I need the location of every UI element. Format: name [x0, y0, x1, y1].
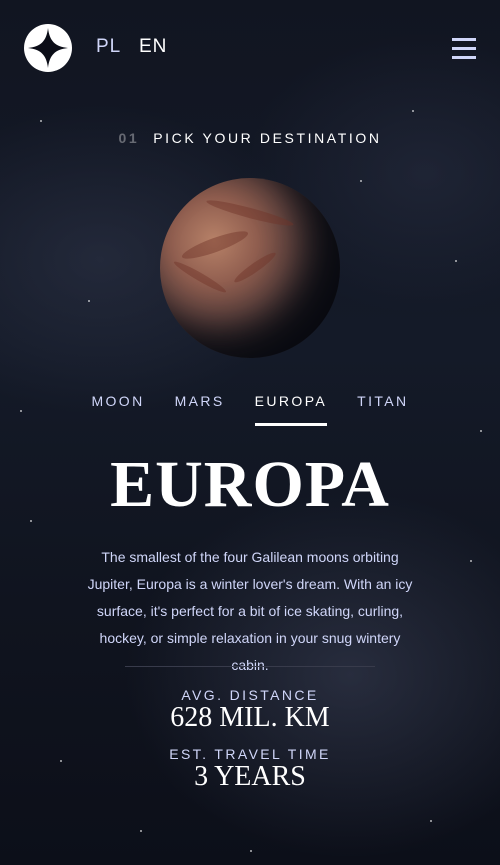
- page-title: 01 PICK YOUR DESTINATION: [0, 130, 500, 146]
- star-logo-icon[interactable]: [24, 24, 72, 72]
- step-number: 01: [118, 130, 140, 146]
- destination-description: The smallest of the four Galilean moons …: [87, 549, 413, 673]
- divider: [125, 666, 375, 667]
- distance-value: 628 MIL. KM: [170, 702, 330, 733]
- language-en[interactable]: EN: [139, 36, 167, 58]
- step-title-text: PICK YOUR DESTINATION: [153, 130, 382, 146]
- planet-image: [160, 178, 340, 358]
- tab-titan[interactable]: TITAN: [357, 393, 408, 426]
- language-pl[interactable]: PL: [96, 36, 121, 58]
- distance-label: AVG. DISTANCE: [181, 687, 319, 703]
- travel-time-label: EST. TRAVEL TIME: [169, 746, 331, 762]
- hamburger-icon[interactable]: [452, 38, 476, 59]
- tab-europa[interactable]: EUROPA: [254, 393, 328, 426]
- star-logo-shape: [28, 28, 68, 68]
- tab-moon[interactable]: MOON: [91, 393, 144, 426]
- destination-tabs: MOON MARS EUROPA TITAN: [0, 393, 500, 426]
- page-content: PL EN 01 PICK YOUR DESTINATION MOON MARS …: [0, 0, 500, 865]
- destination-name: EUROPA: [110, 448, 390, 521]
- tab-mars[interactable]: MARS: [175, 393, 225, 426]
- header: PL EN: [24, 24, 476, 72]
- travel-time-value: 3 YEARS: [194, 761, 306, 792]
